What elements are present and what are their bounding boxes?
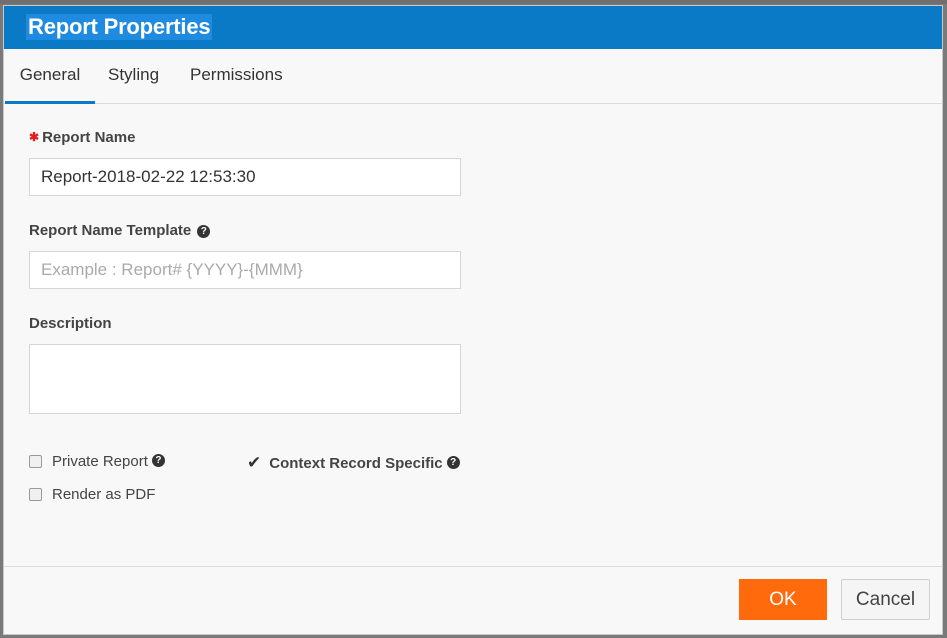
render-as-pdf-label: Render as PDF (52, 486, 156, 503)
private-report-label: Private Report (52, 453, 148, 470)
cancel-button[interactable]: Cancel (841, 579, 930, 620)
dialog-title-bar: Report Properties (4, 6, 942, 49)
help-icon[interactable]: ? (197, 225, 211, 238)
help-icon[interactable]: ? (151, 454, 165, 467)
description-label: Description (29, 315, 112, 332)
context-record-specific-option[interactable]: ✔ Context Record Specific ? (247, 453, 460, 473)
modal-backdrop (0, 0, 947, 4)
render-as-pdf-option[interactable]: Render as PDF (29, 486, 155, 503)
required-icon: ✱ (29, 130, 40, 144)
ok-button[interactable]: OK (739, 579, 827, 620)
tab-permissions[interactable]: Permissions (190, 49, 283, 104)
private-report-checkbox[interactable] (29, 455, 42, 468)
dialog-title: Report Properties (26, 14, 213, 40)
report-name-label: ✱ Report Name (29, 129, 135, 146)
footer-divider (4, 566, 942, 567)
help-icon[interactable]: ? (446, 455, 460, 469)
report-name-label-text: Report Name (42, 129, 136, 146)
render-as-pdf-checkbox[interactable] (29, 488, 42, 501)
checkmark-icon[interactable]: ✔ (247, 453, 261, 473)
report-properties-dialog: Report Properties General Styling Permis… (3, 5, 943, 635)
context-record-specific-label: Context Record Specific (269, 454, 443, 472)
private-report-option[interactable]: Private Report ? (29, 453, 165, 470)
description-textarea[interactable] (29, 344, 461, 414)
report-name-template-label-text: Report Name Template (29, 222, 192, 239)
report-name-template-label: Report Name Template? (29, 222, 211, 239)
tab-general[interactable]: General (5, 49, 95, 104)
report-name-template-input[interactable] (29, 251, 461, 289)
tab-styling[interactable]: Styling (108, 49, 159, 104)
tab-bar: General Styling Permissions (4, 49, 942, 104)
report-name-input[interactable] (29, 158, 461, 196)
